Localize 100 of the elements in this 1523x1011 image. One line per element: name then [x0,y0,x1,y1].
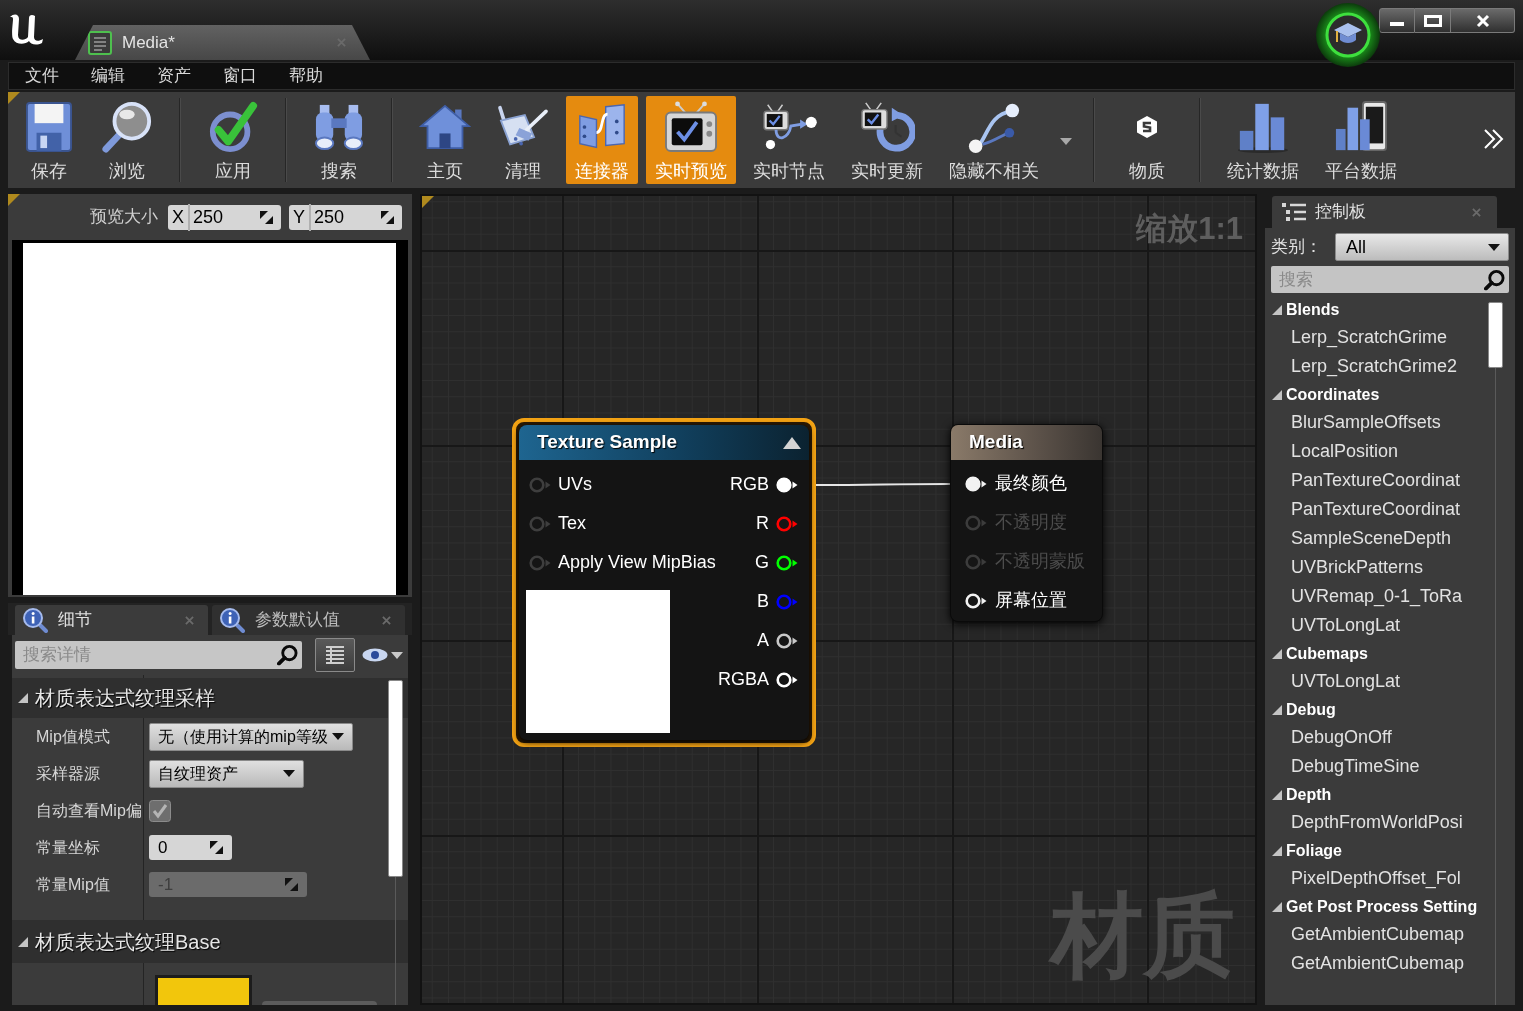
pin-icon[interactable] [776,632,798,649]
collapse-triangle-icon[interactable] [783,436,801,449]
graduation-cap-icon[interactable] [1315,2,1381,68]
toolbar-button[interactable]: 统计数据 [1218,96,1308,184]
category-dropdown[interactable]: All [1335,233,1509,261]
category-header[interactable]: Debug [1271,696,1509,723]
number-field[interactable]: Y 250 [289,204,402,230]
expander-icon[interactable] [1272,845,1282,856]
texture-thumbnail[interactable] [155,975,252,1005]
menu-item[interactable]: 编辑 [75,65,141,87]
search-icon[interactable] [1484,269,1505,290]
palette-item[interactable]: PanTextureCoordinat [1271,466,1509,495]
binoculars-icon [312,103,366,151]
palette-item[interactable]: BlurSampleOffsets [1271,408,1509,437]
close-window-button[interactable] [1451,8,1515,33]
expander-icon[interactable] [1272,789,1282,800]
panel-tab[interactable]: 参数默认值 [212,605,405,635]
pin-label: UVs [558,473,592,496]
toolbar-button[interactable]: 平台数据 [1316,96,1406,184]
palette-item[interactable]: GetAmbientCubemap [1271,949,1509,978]
toolbar-button[interactable]: 实时节点 [744,96,834,184]
pin-icon[interactable] [965,592,987,609]
menu-item[interactable]: 文件 [9,65,75,87]
caret-down-icon[interactable] [331,733,344,740]
toolbar-button[interactable]: 保存 [14,96,84,184]
checkbox[interactable] [149,799,171,822]
number-field[interactable]: 0 [149,835,232,860]
connector-panels-icon [576,103,628,151]
toolbar-button[interactable]: 清理 [488,96,558,184]
toolbar-button[interactable]: 隐藏不相关 [940,96,1048,184]
category-header[interactable]: Blends [1271,296,1509,323]
palette-item[interactable]: DebugTimeSine [1271,752,1509,781]
palette-item[interactable]: PanTextureCoordinat [1271,495,1509,524]
scrollbar-thumb[interactable] [388,680,403,877]
palette-item[interactable]: DebugOnOff [1271,723,1509,752]
menu-item[interactable]: 帮助 [273,65,339,87]
expander-icon[interactable] [1272,648,1282,659]
close-icon[interactable] [382,615,391,625]
expander-icon[interactable] [1272,389,1282,400]
texture-sample-node[interactable]: Texture Sample UVs Tex Apply View MipBias RGB R G B A RGBA [512,418,816,747]
category-header[interactable]: Depth [1271,781,1509,808]
info-magnifier-icon [219,607,245,633]
palette-item[interactable]: UVToLongLat [1271,667,1509,696]
bar-chart-phone-icon [1334,100,1388,154]
category-header[interactable]: Coordinates [1271,381,1509,408]
dropdown[interactable]: 无（使用计算的mip等级 [149,722,353,751]
search-field[interactable]: 搜索详情 [15,641,302,669]
node-title: Texture Sample [537,430,678,455]
caret-down-icon[interactable] [391,651,403,659]
category-header[interactable]: Foliage [1271,837,1509,864]
toolbar-button[interactable]: 实时更新 [842,96,932,184]
toolbar-button[interactable]: 主页 [410,96,480,184]
number-field[interactable]: X 250 [168,204,281,230]
section-header[interactable]: 材质表达式纹理采样 [12,678,408,718]
resize-arrows-icon[interactable] [260,210,273,224]
toolbar-button[interactable]: 应用 [198,96,268,184]
menu-item[interactable]: 资产 [141,65,207,87]
maximize-button[interactable] [1415,8,1451,33]
panel-tab[interactable]: 细节 [15,605,208,635]
pin-icon[interactable] [776,671,798,688]
caret-down-icon[interactable] [1488,243,1500,251]
category-header[interactable]: Get Post Process Setting [1271,893,1509,920]
palette-item[interactable]: PixelDepthOffset_Fol [1271,864,1509,893]
pin-icon[interactable] [965,475,987,492]
palette-item[interactable]: LocalPosition [1271,437,1509,466]
palette-item[interactable]: UVBrickPatterns [1271,553,1509,582]
palette-item[interactable]: GetAmbientCubemap [1271,920,1509,949]
section-header[interactable]: 材质表达式纹理Base [12,920,408,963]
resize-arrows-icon[interactable] [210,841,223,854]
palette-item[interactable]: UVToLongLat [1271,611,1509,640]
palette-item[interactable]: SampleSceneDepth [1271,524,1509,553]
resize-arrows-icon[interactable] [381,210,394,224]
pin-icon[interactable] [776,476,798,493]
toolbar-button[interactable]: 浏览 [92,96,162,184]
palette-item[interactable]: Lerp_ScratchGrime2 [1271,352,1509,381]
expander-icon[interactable] [18,693,28,703]
palette-item[interactable]: DepthFromWorldPosi [1271,808,1509,837]
palette-item[interactable]: Lerp_ScratchGrime [1271,323,1509,352]
tv-clock-icon [859,100,915,154]
property-label: 自动查看Mip偏 [35,800,143,821]
expander-icon[interactable] [1272,704,1282,715]
search-field[interactable]: 搜索 [1271,266,1509,293]
toolbar-button[interactable]: 物质 [1112,96,1182,184]
category-header[interactable]: Cubemaps [1271,640,1509,667]
expander-icon[interactable] [18,936,28,947]
palette-item[interactable]: UVRemap_0-1_ToRa [1271,582,1509,611]
minimize-button[interactable] [1379,8,1415,33]
pin-label: 最终颜色 [995,472,1067,495]
toolbar-button[interactable]: 搜索 [304,96,374,184]
expander-icon[interactable] [1272,901,1282,912]
caret-down-icon[interactable] [283,770,295,777]
search-icon[interactable] [277,644,298,666]
document-tab[interactable]: Media* [75,25,370,60]
dropdown[interactable]: 自纹理资产 [149,759,304,788]
pin-icon[interactable] [776,554,798,571]
expander-icon[interactable] [1272,304,1282,315]
scrollbar-thumb[interactable] [1488,302,1503,368]
menu-item[interactable]: 窗口 [207,65,273,87]
view-options-button[interactable] [315,638,355,672]
panel-tab[interactable]: 控制板 [1272,196,1497,228]
